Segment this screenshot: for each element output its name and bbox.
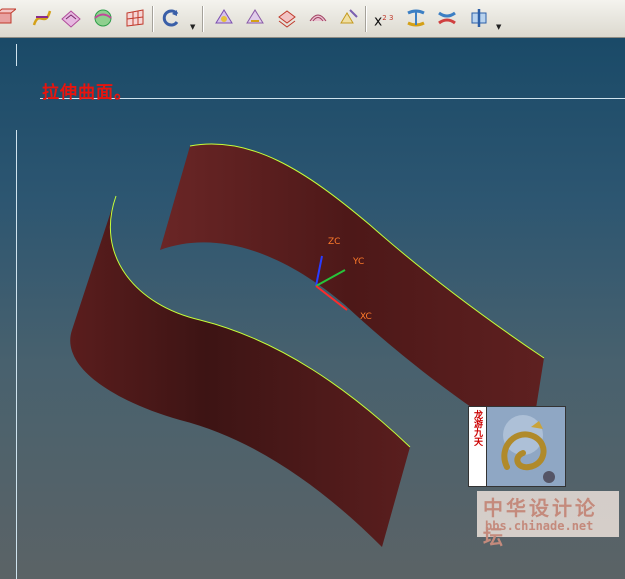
author-badge: 龙游九天 — [468, 406, 566, 487]
graphics-viewport[interactable]: 拉伸曲面。 ZC YC XC 龙游九天 中华设计论坛 bbs.chinade.n… — [0, 38, 625, 579]
power-formula-icon[interactable]: x2 3 — [374, 7, 396, 30]
sphere-surface-icon[interactable] — [92, 7, 114, 29]
power-exponent-label: 2 3 — [382, 14, 394, 22]
yc-label: YC — [352, 257, 364, 267]
extrude-icon[interactable] — [0, 7, 16, 29]
dragon-logo-icon — [487, 407, 565, 486]
zc-label: ZC — [328, 237, 340, 247]
curve-icon[interactable] — [31, 7, 53, 29]
badge-text: 龙游九天 — [472, 410, 482, 446]
rotate-icon[interactable] — [160, 7, 182, 29]
rotate-dropdown-arrow[interactable]: ▼ — [190, 24, 196, 31]
toolbar-separator — [202, 6, 204, 32]
bridge-curve-icon[interactable] — [405, 7, 427, 29]
face-blend-icon[interactable] — [213, 7, 235, 29]
toolbar: ▼ x2 3 ▼ — [0, 0, 625, 38]
ruled-surface-icon[interactable] — [60, 7, 82, 29]
toolbar-separator — [365, 6, 367, 32]
forum-watermark: 中华设计论坛 bbs.chinade.net — [477, 491, 619, 549]
face-edit-icon[interactable] — [244, 7, 266, 29]
watermark-url: bbs.chinade.net — [485, 519, 594, 533]
offset-surface-icon[interactable] — [276, 7, 298, 29]
mesh-surface-icon[interactable] — [124, 7, 146, 29]
xc-label: XC — [360, 312, 372, 322]
trim-surface-icon[interactable] — [307, 7, 329, 29]
toolbar-separator — [152, 6, 154, 32]
blend-curve-icon[interactable] — [436, 7, 458, 29]
align-dropdown-arrow[interactable]: ▼ — [496, 24, 502, 31]
center-align-icon[interactable] — [468, 7, 490, 29]
sew-surface-icon[interactable] — [338, 7, 360, 29]
